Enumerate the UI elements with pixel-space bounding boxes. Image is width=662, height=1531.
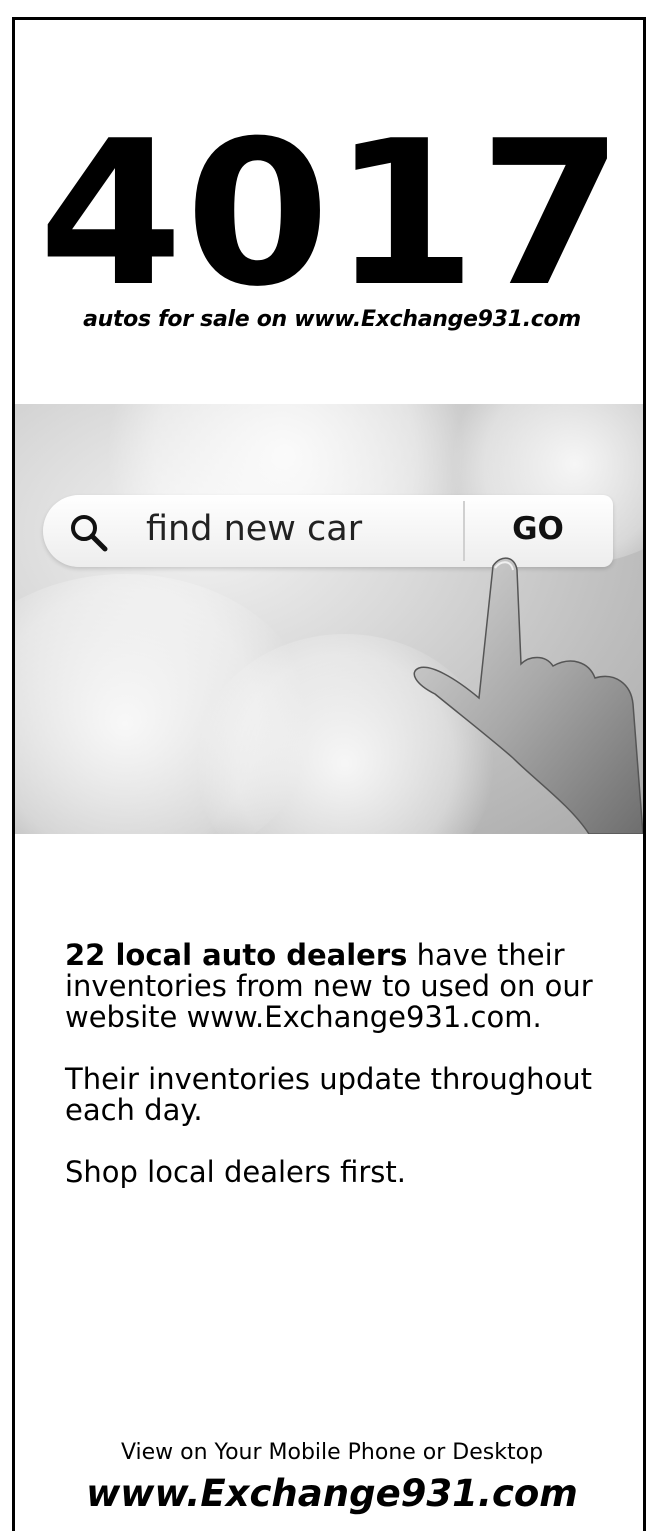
listing-count: 4017 (38, 98, 626, 331)
footer-url: www.Exchange931.com (86, 1472, 578, 1515)
footer-tagline: View on Your Mobile Phone or Desktop (120, 1440, 544, 1465)
cropped-page-header (0, 0, 662, 10)
body-copy: 22 local auto dealers have their invento… (65, 940, 625, 1219)
advertisement: 4017 autos for sale on www.Exchange931.c… (12, 17, 646, 1531)
search-query-text: find new car (146, 509, 363, 549)
shop-paragraph: Shop local dealers first. (65, 1155, 407, 1189)
pointing-hand-icon (413, 557, 643, 834)
update-paragraph: Their inventories update throughout each… (65, 1062, 593, 1127)
go-button-graphic: GO (512, 511, 564, 547)
search-icon (71, 515, 108, 552)
dealers-paragraph: 22 local auto dealers have their invento… (65, 940, 625, 1033)
listing-subhead: autos for sale on www.Exchange931.com (83, 307, 581, 332)
search-photo: find new car GO (15, 404, 643, 834)
dealers-count: 22 local auto dealers (65, 938, 408, 972)
